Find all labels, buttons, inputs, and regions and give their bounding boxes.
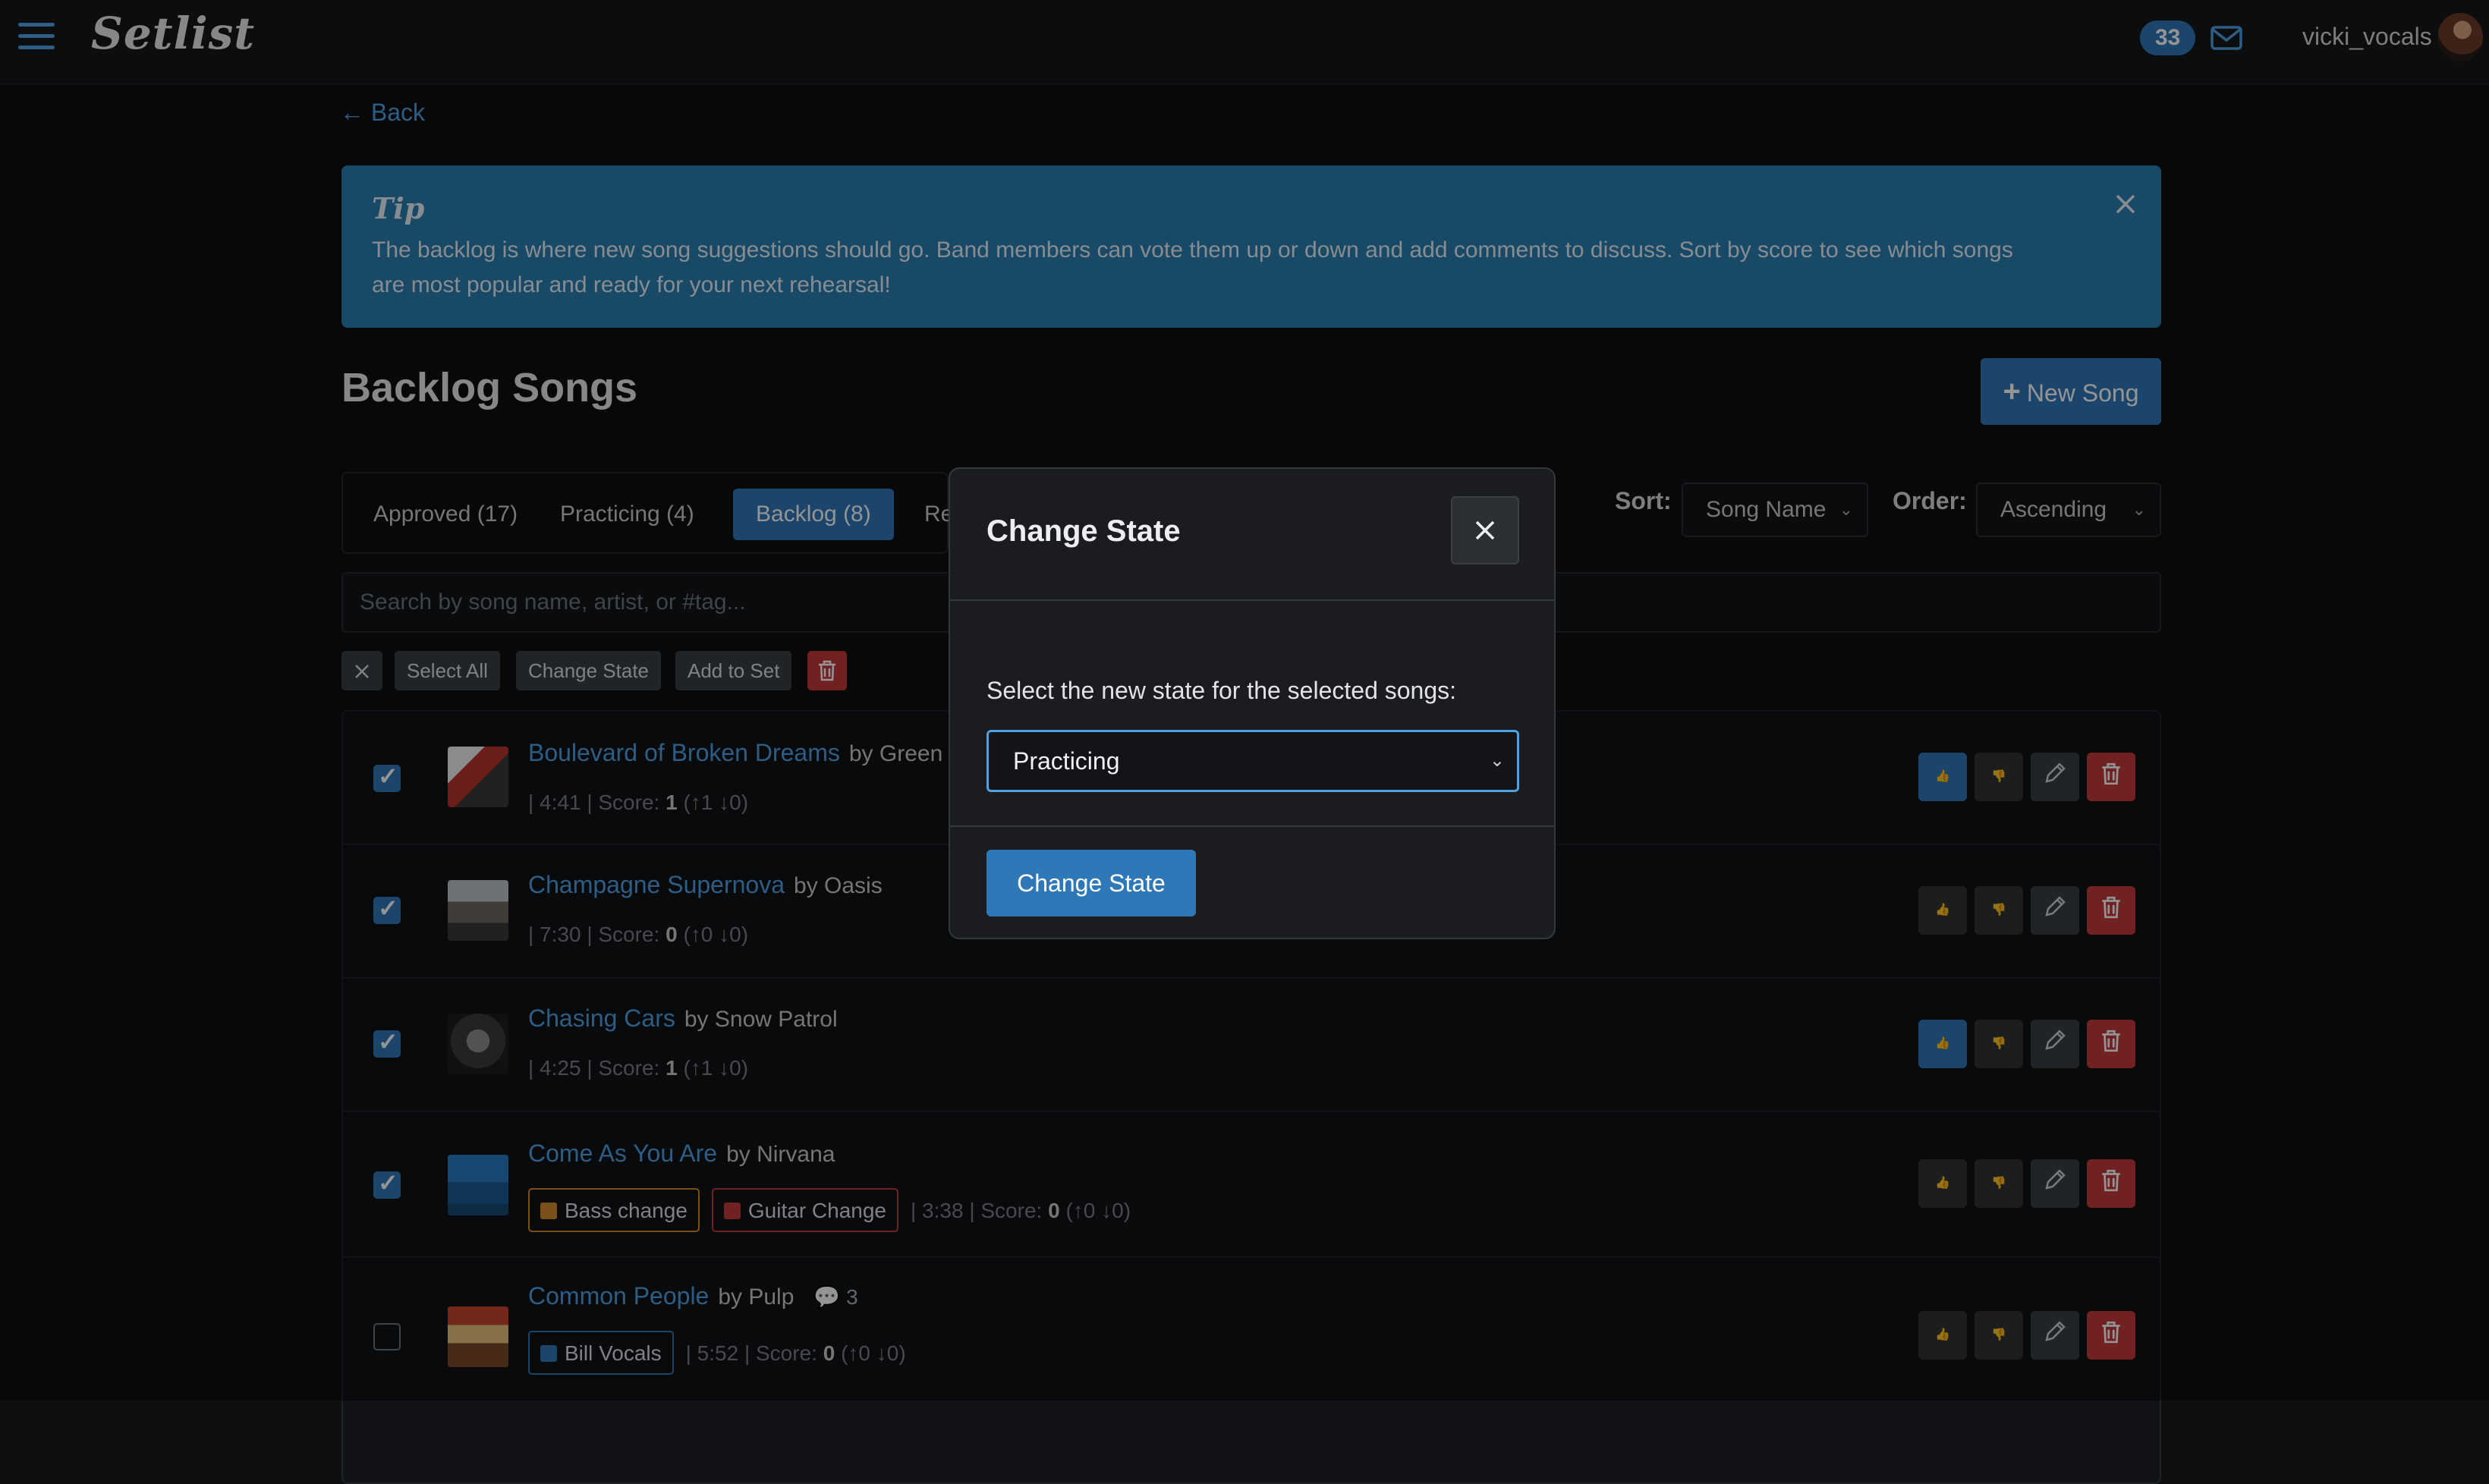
change-state-submit-button[interactable]: Change State <box>986 850 1196 916</box>
modal-body: Select the new state for the selected so… <box>950 601 1554 827</box>
state-select-value: Practicing <box>1013 747 1120 775</box>
close-icon <box>1475 520 1495 540</box>
state-select-label: Select the new state for the selected so… <box>986 677 1457 704</box>
modal-close-button[interactable] <box>1451 496 1519 564</box>
state-select[interactable]: Practicing ⌄ <box>986 730 1519 792</box>
modal-header: Change State <box>950 469 1554 601</box>
chevron-down-icon: ⌄ <box>1489 750 1505 771</box>
change-state-modal: Change State Select the new state for th… <box>949 467 1556 939</box>
modal-title: Change State <box>986 514 1181 548</box>
